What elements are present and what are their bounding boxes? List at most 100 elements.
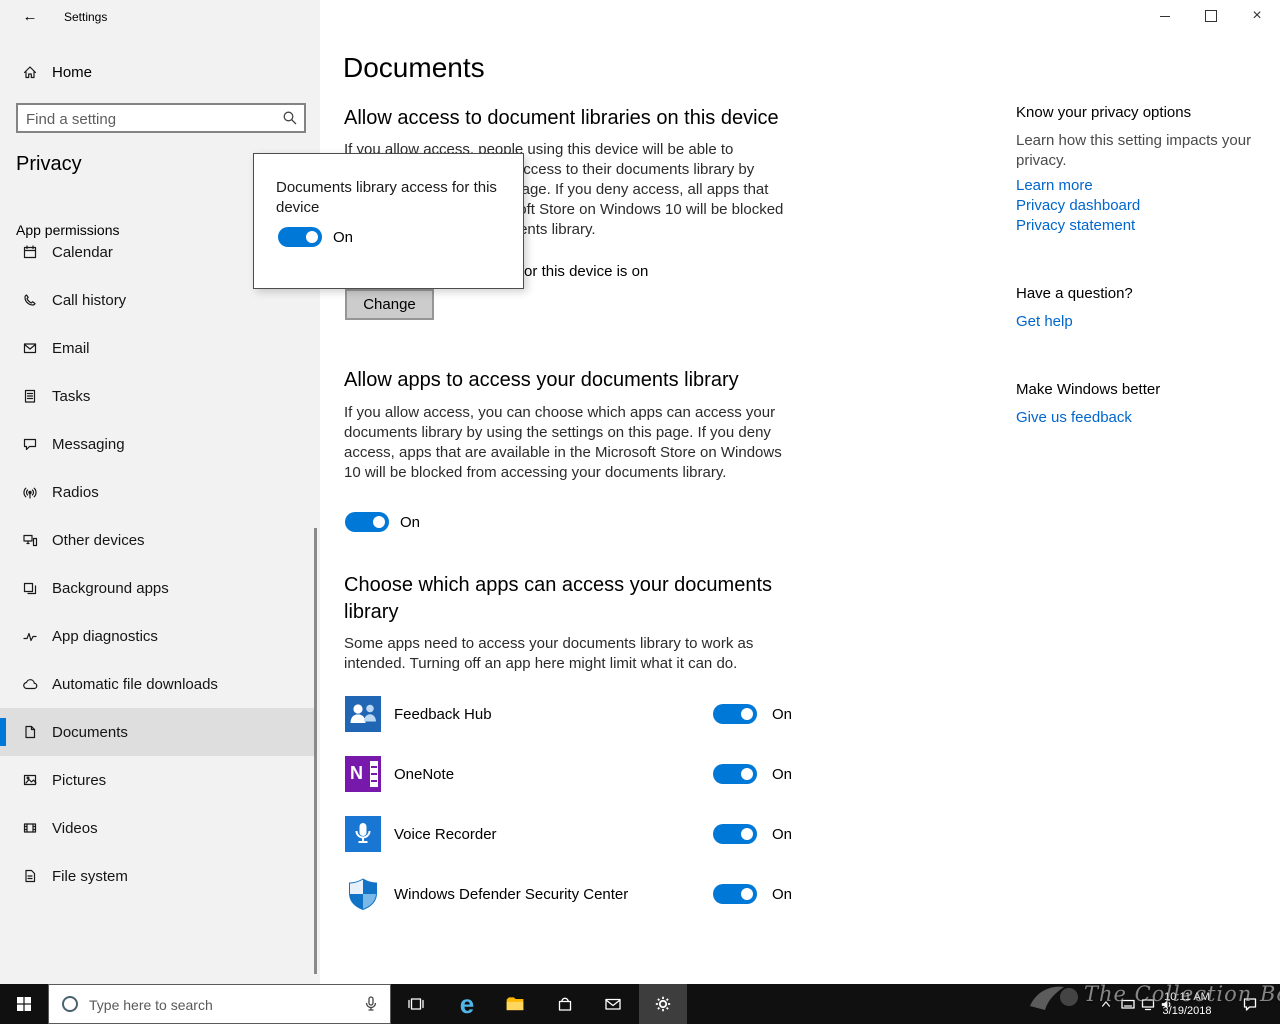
have-a-question-heading: Have a question? bbox=[1016, 285, 1133, 302]
sidebar-item-label: Background apps bbox=[52, 579, 169, 597]
sidebar-item-radios[interactable]: Radios bbox=[0, 468, 317, 516]
taskbar-clock[interactable]: 10:11 AM 3/19/2018 bbox=[1158, 990, 1216, 1018]
action-center-button[interactable] bbox=[1232, 984, 1268, 1024]
tasks-icon bbox=[24, 389, 36, 403]
clock-time: 10:11 AM bbox=[1164, 991, 1210, 1003]
device-access-toggle[interactable] bbox=[278, 227, 322, 247]
onenote-icon: N bbox=[345, 756, 381, 792]
onenote-toggle[interactable] bbox=[713, 764, 757, 784]
mail-icon bbox=[605, 998, 621, 1010]
device-access-toggle-state: On bbox=[333, 229, 354, 246]
app-row-windows-defender: Windows Defender Security Center On bbox=[345, 864, 795, 924]
tray-expand-button[interactable] bbox=[1096, 984, 1116, 1024]
sidebar-item-documents[interactable]: Documents bbox=[0, 708, 317, 756]
learn-more-link[interactable]: Learn more bbox=[1016, 177, 1093, 194]
touch-keyboard-button[interactable] bbox=[1118, 984, 1138, 1024]
cortana-icon bbox=[62, 996, 78, 1012]
sidebar-item-background-apps[interactable]: Background apps bbox=[0, 564, 317, 612]
chevron-up-icon bbox=[1102, 1001, 1110, 1007]
access-section-heading: Allow access to document libraries on th… bbox=[344, 107, 779, 129]
home-label: Home bbox=[52, 63, 93, 81]
app-name: Windows Defender Security Center bbox=[394, 885, 629, 903]
voice-recorder-toggle[interactable] bbox=[713, 824, 757, 844]
defender-icon bbox=[345, 876, 381, 912]
sidebar-item-automatic-file-downloads[interactable]: Automatic file downloads bbox=[0, 660, 317, 708]
app-row-onenote: N OneNote On bbox=[345, 744, 795, 804]
sidebar-item-other-devices[interactable]: Other devices bbox=[0, 516, 317, 564]
change-button[interactable]: Change bbox=[345, 289, 434, 320]
flyout-title: Documents library access for this device bbox=[276, 179, 497, 216]
call-history-icon bbox=[24, 294, 36, 306]
privacy-options-heading: Know your privacy options bbox=[1016, 104, 1192, 121]
sidebar-scrollbar[interactable] bbox=[314, 528, 317, 974]
choose-section-heading: Choose which apps can access your docume… bbox=[344, 574, 773, 623]
privacy-statement-link[interactable]: Privacy statement bbox=[1016, 217, 1135, 234]
clock-date: 3/19/2018 bbox=[1162, 1005, 1212, 1017]
sidebar-item-home[interactable]: Home bbox=[0, 52, 320, 92]
mail-button[interactable] bbox=[589, 984, 637, 1024]
get-help-link[interactable]: Get help bbox=[1016, 313, 1073, 330]
app-toggle-state: On bbox=[772, 885, 793, 903]
minimize-icon bbox=[1160, 15, 1170, 17]
sidebar-item-messaging[interactable]: Messaging bbox=[0, 420, 317, 468]
messaging-icon bbox=[23, 438, 37, 451]
documents-icon bbox=[25, 725, 36, 739]
task-view-button[interactable] bbox=[392, 984, 440, 1024]
app-toggle-state: On bbox=[772, 705, 793, 723]
sidebar-group-title: App permissions bbox=[16, 222, 120, 238]
sidebar-item-file-system[interactable]: File system bbox=[0, 852, 317, 900]
file-explorer-button[interactable] bbox=[491, 984, 539, 1024]
store-icon bbox=[558, 997, 572, 1011]
maximize-button[interactable] bbox=[1188, 0, 1234, 32]
search-input[interactable] bbox=[24, 105, 268, 133]
sidebar-item-label: Automatic file downloads bbox=[52, 675, 218, 693]
settings-search bbox=[16, 103, 306, 133]
taskbar-search-input[interactable] bbox=[87, 985, 341, 1025]
close-button[interactable]: × bbox=[1234, 0, 1280, 32]
network-tray-button[interactable] bbox=[1138, 984, 1158, 1024]
app-diagnostics-icon bbox=[23, 632, 37, 642]
app-name: Feedback Hub bbox=[394, 705, 492, 723]
settings-taskbar-button[interactable] bbox=[639, 984, 687, 1024]
sidebar-item-tasks[interactable]: Tasks bbox=[0, 372, 317, 420]
sidebar-item-label: Call history bbox=[52, 291, 127, 309]
sidebar-item-label: Pictures bbox=[52, 771, 107, 789]
edge-button[interactable]: e bbox=[443, 984, 491, 1024]
sidebar-item-email[interactable]: Email bbox=[0, 324, 317, 372]
defender-toggle[interactable] bbox=[713, 884, 757, 904]
sidebar-item-pictures[interactable]: Pictures bbox=[0, 756, 317, 804]
sidebar-item-label: Email bbox=[52, 339, 90, 357]
feedback-hub-toggle[interactable] bbox=[713, 704, 757, 724]
microphone-icon[interactable] bbox=[362, 995, 380, 1013]
taskbar-search bbox=[48, 984, 391, 1025]
edge-icon: e bbox=[459, 989, 475, 1019]
apps-access-toggle[interactable] bbox=[345, 512, 389, 532]
sidebar-item-label: Documents bbox=[52, 723, 128, 741]
sidebar-item-label: Other devices bbox=[52, 531, 145, 549]
privacy-dashboard-link[interactable]: Privacy dashboard bbox=[1016, 197, 1140, 214]
home-icon bbox=[23, 66, 37, 79]
app-name: Voice Recorder bbox=[394, 825, 497, 843]
app-toggle-state: On bbox=[772, 825, 793, 843]
sidebar-item-app-diagnostics[interactable]: App diagnostics bbox=[0, 612, 317, 660]
back-button[interactable]: ← bbox=[14, 5, 46, 29]
apps-access-toggle-state: On bbox=[400, 514, 421, 531]
minimize-button[interactable] bbox=[1142, 0, 1188, 32]
network-icon bbox=[1141, 999, 1155, 1011]
page-title: Documents bbox=[343, 52, 485, 83]
window-title: Settings bbox=[64, 10, 108, 24]
sidebar-item-label: Tasks bbox=[52, 387, 91, 405]
store-button[interactable] bbox=[541, 984, 589, 1024]
sidebar-item-label: Calendar bbox=[52, 243, 113, 261]
windows-logo-icon bbox=[17, 997, 31, 1011]
apps-section-heading: Allow apps to access your documents libr… bbox=[344, 369, 739, 391]
sidebar-section-title: Privacy bbox=[16, 153, 82, 175]
start-button[interactable] bbox=[0, 984, 48, 1024]
sidebar-nav: Calendar Call history Email Tasks Messag… bbox=[0, 238, 317, 900]
app-toggle-state: On bbox=[772, 765, 793, 783]
app-name: OneNote bbox=[394, 765, 455, 783]
close-icon: × bbox=[1252, 7, 1262, 24]
give-us-feedback-link[interactable]: Give us feedback bbox=[1016, 409, 1132, 426]
voice-recorder-icon bbox=[345, 816, 381, 852]
sidebar-item-videos[interactable]: Videos bbox=[0, 804, 317, 852]
